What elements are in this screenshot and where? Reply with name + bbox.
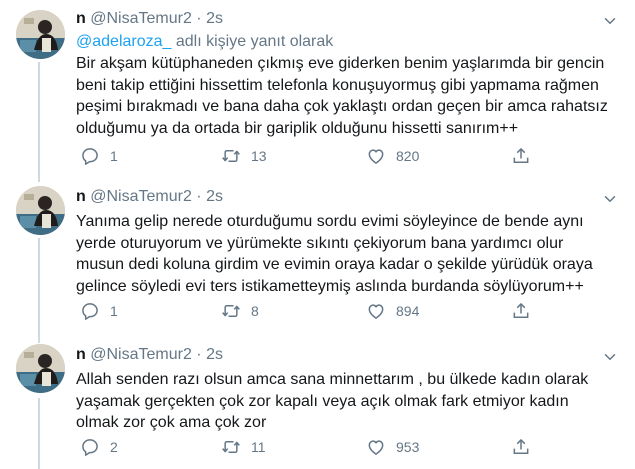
like-count: 953 — [396, 439, 420, 455]
tweet-menu-button[interactable] — [601, 190, 619, 208]
reply-button[interactable]: 2 — [80, 437, 118, 457]
display-name[interactable]: n — [76, 188, 86, 205]
retweet-icon — [221, 301, 241, 321]
tweet-text: Allah senden razı olsun amca sana minnet… — [76, 371, 589, 431]
tweet-header: n @NisaTemur2 · 2s — [76, 10, 223, 32]
like-button[interactable]: 820 — [366, 146, 419, 166]
retweet-count: 11 — [251, 439, 266, 455]
separator-dot: · — [196, 188, 202, 205]
reply-icon — [80, 301, 100, 321]
reply-icon — [80, 146, 100, 166]
reply-button[interactable]: 1 — [80, 146, 118, 166]
like-button[interactable]: 894 — [366, 301, 419, 321]
tweet-actions: 1 13 820 — [76, 146, 635, 168]
timestamp[interactable]: 2s — [206, 346, 223, 363]
timestamp[interactable]: 2s — [206, 188, 223, 205]
tweet-actions: 2 11 953 — [76, 437, 635, 459]
reply-count: 2 — [110, 439, 118, 455]
tweet[interactable]: n @NisaTemur2 · 2s Yanıma gelip nerede o… — [0, 186, 635, 334]
retweet-count: 13 — [251, 148, 267, 164]
heart-icon — [366, 146, 386, 166]
heart-icon — [366, 301, 386, 321]
reply-icon — [80, 437, 100, 457]
chevron-down-icon — [601, 12, 619, 30]
share-button[interactable] — [511, 301, 531, 321]
tweet-text: Yanıma gelip nerede oturduğumu sordu evi… — [76, 213, 593, 295]
reply-count: 1 — [110, 148, 118, 164]
user-handle[interactable]: @NisaTemur2 — [90, 10, 192, 27]
retweet-button[interactable]: 13 — [221, 146, 267, 166]
avatar[interactable] — [16, 10, 65, 59]
retweet-button[interactable]: 8 — [221, 301, 259, 321]
share-button[interactable] — [511, 437, 531, 457]
tweet-text: Bir akşam kütüphaneden çıkmış eve giderk… — [76, 55, 608, 137]
tweet[interactable]: n @NisaTemur2 · 2s Allah senden razı ols… — [0, 344, 635, 469]
tweet-menu-button[interactable] — [601, 12, 619, 30]
separator-dot: · — [196, 10, 202, 27]
avatar-image — [16, 10, 65, 59]
user-handle[interactable]: @NisaTemur2 — [90, 188, 192, 205]
reply-count: 1 — [110, 303, 118, 319]
reply-mention-link[interactable]: @adelaroza_ — [76, 33, 171, 50]
heart-icon — [366, 437, 386, 457]
tweet-actions: 1 8 894 — [76, 301, 635, 323]
tweet-menu-button[interactable] — [601, 348, 619, 366]
display-name[interactable]: n — [76, 10, 86, 27]
avatar-image — [16, 186, 65, 235]
like-count: 820 — [396, 148, 420, 164]
reply-context-label: adlı kişiye yanıt olarak — [175, 33, 334, 50]
share-icon — [511, 146, 531, 166]
tweet[interactable]: n @NisaTemur2 · 2s @adelaroza_ adlı kişi… — [0, 0, 635, 172]
like-button[interactable]: 953 — [366, 437, 419, 457]
retweet-count: 8 — [251, 303, 259, 319]
avatar[interactable] — [16, 344, 65, 393]
retweet-icon — [221, 146, 241, 166]
share-icon — [511, 301, 531, 321]
share-icon — [511, 437, 531, 457]
share-button[interactable] — [511, 146, 531, 166]
avatar-image — [16, 344, 65, 393]
retweet-button[interactable]: 11 — [221, 437, 266, 457]
like-count: 894 — [396, 303, 420, 319]
separator-dot: · — [196, 346, 202, 363]
chevron-down-icon — [601, 190, 619, 208]
reply-button[interactable]: 1 — [80, 301, 118, 321]
user-handle[interactable]: @NisaTemur2 — [90, 346, 192, 363]
timestamp[interactable]: 2s — [206, 10, 223, 27]
avatar[interactable] — [16, 186, 65, 235]
tweet-header: n @NisaTemur2 · 2s — [76, 346, 223, 368]
tweet-header: n @NisaTemur2 · 2s — [76, 188, 223, 210]
display-name[interactable]: n — [76, 346, 86, 363]
reply-context: @adelaroza_ adlı kişiye yanıt olarak — [76, 33, 333, 51]
chevron-down-icon — [601, 348, 619, 366]
retweet-icon — [221, 437, 241, 457]
